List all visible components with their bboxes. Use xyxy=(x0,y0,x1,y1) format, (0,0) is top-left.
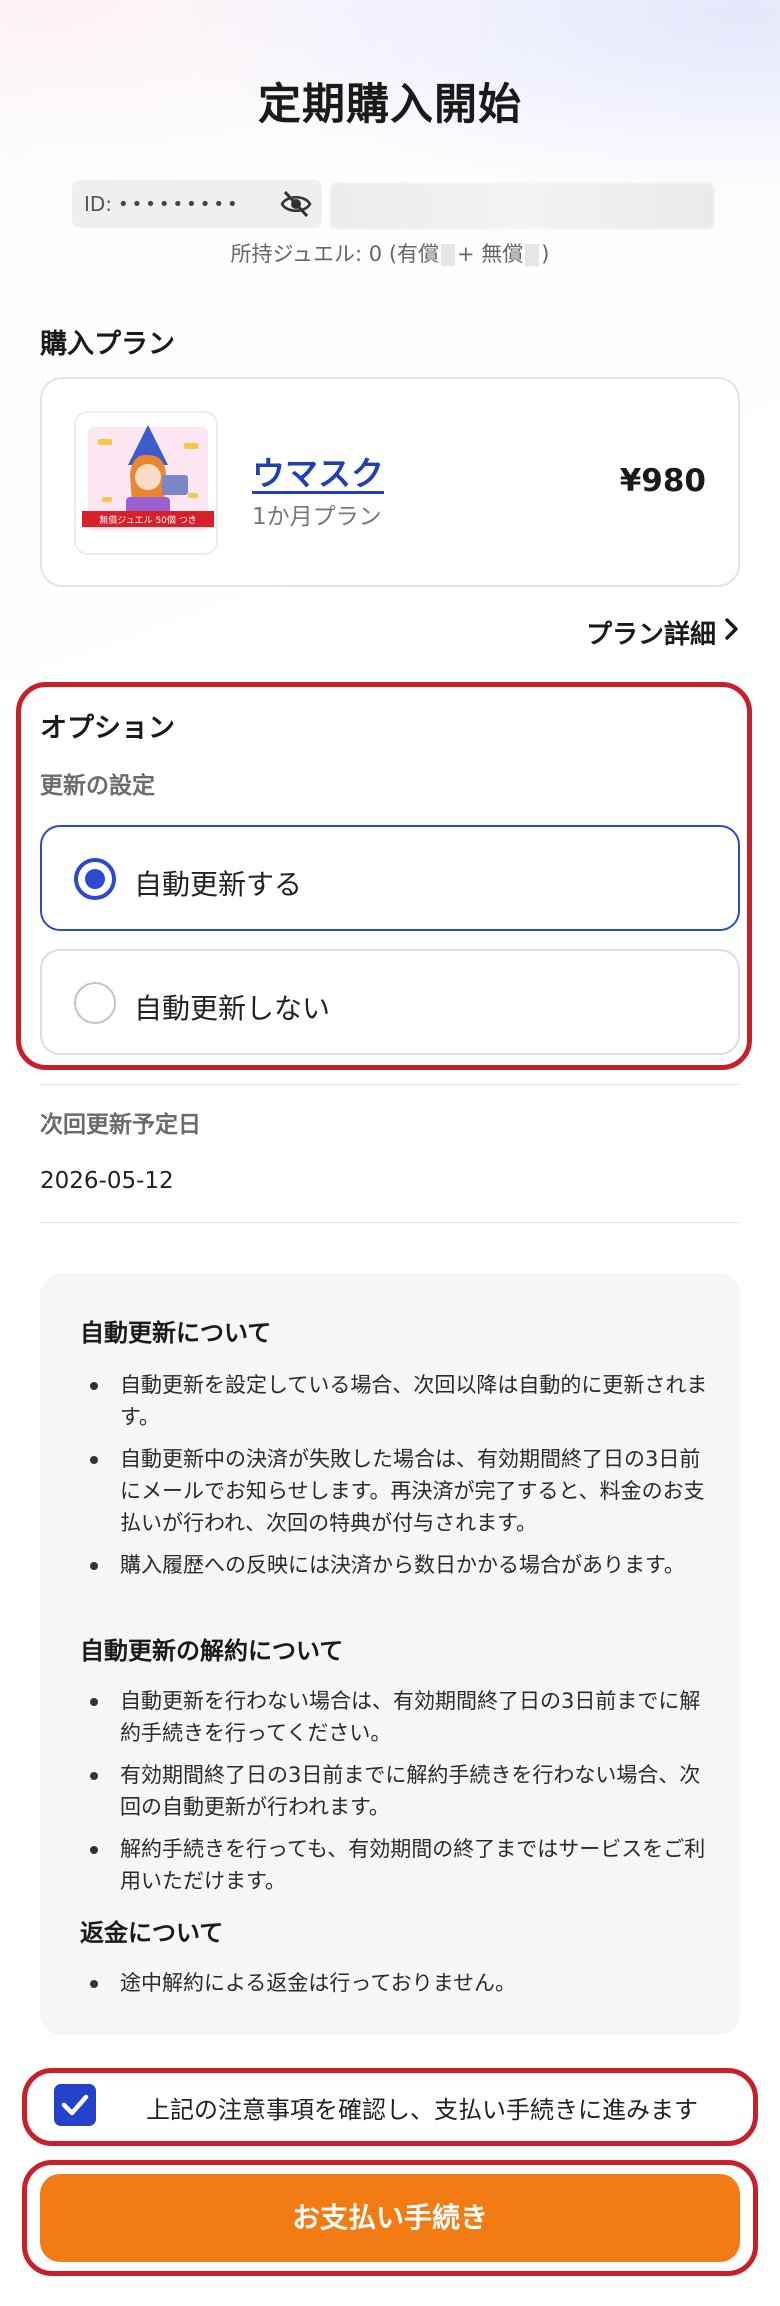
renewal-setting-label: 更新の設定 xyxy=(40,773,155,799)
id-label: ID: xyxy=(84,192,113,216)
notice-item: 解約手続きを行っても、有効期間の終了まではサービスをご利用いただけます。 xyxy=(90,1833,720,1897)
notice-item: 有効期間終了日の3日前までに解約手続きを行わない場合、次回の自動更新が行われます… xyxy=(90,1759,720,1823)
next-renewal-label: 次回更新予定日 xyxy=(40,1112,201,1138)
notice-item: 購入履歴への反映には決済から数日かかる場合があります。 xyxy=(90,1549,720,1581)
purchase-page: 定期購入開始 ID: ••••••••• 所持ジュエル: 0 (有償 + 無償) … xyxy=(0,0,780,2306)
agreement-checkbox[interactable] xyxy=(54,2084,96,2126)
masked-paid-count xyxy=(441,244,456,266)
radio-auto-renew-on-label: 自動更新する xyxy=(134,868,303,901)
notice-box: 自動更新について 自動更新を設定している場合、次回以降は自動的に更新されます。 … xyxy=(40,1273,740,2035)
notice-item: 自動更新を行わない場合は、有効期間終了日の3日前までに解約手続きを行ってください… xyxy=(90,1685,720,1749)
plan-section-title: 購入プラン xyxy=(40,329,175,360)
refund-heading: 返金について xyxy=(80,1919,224,1947)
divider xyxy=(40,1222,740,1223)
auto-renew-heading: 自動更新について xyxy=(80,1319,272,1347)
masked-free-count xyxy=(525,244,540,266)
notice-item: 自動更新中の決済が失敗した場合は、有効期間終了日の3日前にメールでお知らせします… xyxy=(90,1443,720,1539)
radio-auto-renew-off[interactable]: 自動更新しない xyxy=(40,949,740,1055)
pay-button[interactable]: お支払い手続き xyxy=(40,2174,740,2262)
plan-thumb-badge: 無償ジュエル 50個 つき xyxy=(99,514,197,526)
jewel-balance-mid: + 無償 xyxy=(457,242,524,266)
eye-off-icon[interactable] xyxy=(280,189,312,219)
plan-name-link[interactable]: ウマスク xyxy=(252,447,384,495)
chevron-right-icon xyxy=(724,617,740,648)
plan-thumbnail: 無償ジュエル 50個 つき xyxy=(74,411,218,555)
radio-auto-renew-on[interactable]: 自動更新する xyxy=(40,825,740,931)
user-id-chip: ID: ••••••••• xyxy=(72,180,322,228)
blurred-user-name xyxy=(330,183,714,229)
next-renewal-date: 2026-05-12 xyxy=(40,1168,174,1194)
plan-detail-link[interactable]: プラン詳細 xyxy=(586,614,740,651)
page-title: 定期購入開始 xyxy=(258,80,522,130)
radio-selected-icon xyxy=(74,858,116,900)
cancel-heading: 自動更新の解約について xyxy=(80,1637,344,1665)
checkmark-icon xyxy=(61,2094,89,2116)
divider xyxy=(40,1084,740,1085)
jewel-balance-suffix: ) xyxy=(541,242,550,266)
notice-item: 途中解約による返金は行っておりません。 xyxy=(90,1967,720,1999)
plan-detail-label: プラン詳細 xyxy=(585,620,716,650)
plan-card: 無償ジュエル 50個 つき ウマスク 1か月プラン ¥980 xyxy=(40,377,740,587)
agreement-label: 上記の注意事項を確認し、支払い手続きに進みます xyxy=(146,2096,698,2124)
id-masked-value: ••••••••• xyxy=(118,193,241,215)
notice-item: 自動更新を設定している場合、次回以降は自動的に更新されます。 xyxy=(90,1369,720,1433)
jewel-balance-prefix: 所持ジュエル: 0 (有償 xyxy=(230,242,440,266)
radio-auto-renew-off-label: 自動更新しない xyxy=(134,992,331,1025)
jewel-balance: 所持ジュエル: 0 (有償 + 無償) xyxy=(0,238,780,268)
plan-price: ¥980 xyxy=(619,463,706,499)
plan-period: 1か月プラン xyxy=(252,504,382,530)
options-title: オプション xyxy=(40,713,175,744)
radio-unselected-icon xyxy=(74,982,116,1024)
